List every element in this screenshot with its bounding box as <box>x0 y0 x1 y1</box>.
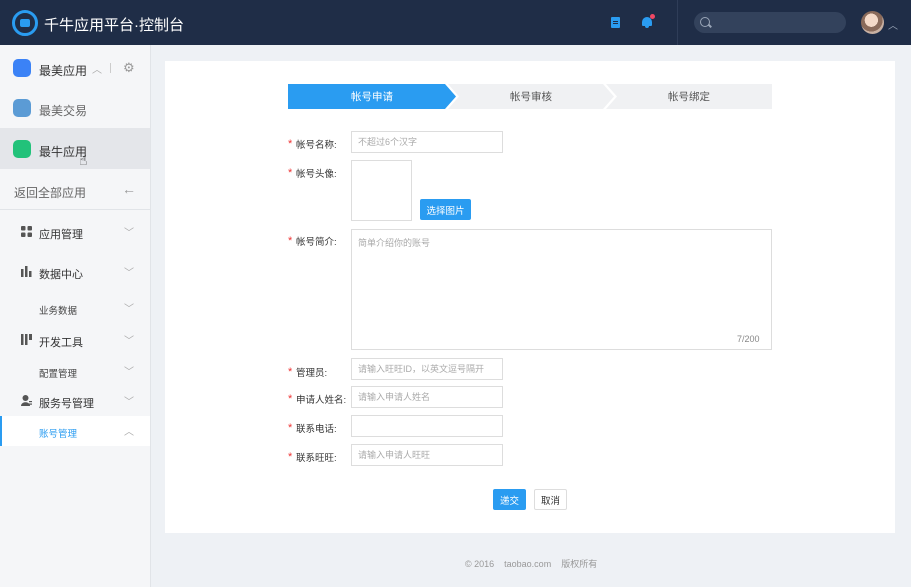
logo-icon[interactable] <box>12 10 38 36</box>
search-icon <box>700 17 710 27</box>
avatar[interactable] <box>861 11 884 34</box>
wangwang-input[interactable] <box>351 444 503 466</box>
user-icon <box>21 395 32 406</box>
account-intro-textarea[interactable] <box>351 229 772 350</box>
footer: © 2016 taobao.com 版权所有 <box>465 557 607 570</box>
bell-icon[interactable] <box>642 14 655 28</box>
required-mark: * <box>288 451 293 463</box>
sidebar-item-service-account[interactable]: 服务号管理 ﹀ <box>0 386 150 416</box>
admin-label: 管理员: <box>296 368 328 379</box>
cancel-button[interactable]: 取消 <box>534 489 567 510</box>
tools-icon <box>21 334 32 345</box>
sidebar-item-label: 数据中心 <box>39 269 83 281</box>
document-icon[interactable] <box>611 17 620 28</box>
required-mark: * <box>288 235 293 247</box>
choose-image-button[interactable]: 选择图片 <box>420 199 471 220</box>
sidebar-item-business-data[interactable]: 业务数据 ﹀ <box>0 293 150 323</box>
step-bind: 帐号绑定 <box>606 84 772 109</box>
hand-cursor-icon: ☝ <box>79 152 88 168</box>
gear-icon[interactable]: ⚙ <box>123 61 135 74</box>
back-to-all-apps[interactable]: 返回全部应用 ← <box>0 169 150 210</box>
required-mark: * <box>288 366 293 378</box>
char-counter: 7/200 <box>737 334 760 344</box>
step-apply: 帐号申请 <box>288 84 456 109</box>
sidebar-item-label: 开发工具 <box>39 337 83 349</box>
back-label: 返回全部应用 <box>14 186 87 200</box>
arrow-left-icon: ← <box>122 181 136 197</box>
chevron-up-icon[interactable]: ︿ <box>888 17 898 32</box>
sidebar-item-label: 服务号管理 <box>39 398 94 410</box>
name-label: 帐号名称: <box>296 140 337 151</box>
chevron-up-icon[interactable]: ︿ <box>92 61 102 76</box>
account-name-input[interactable] <box>351 131 503 153</box>
copyright: © 2016 <box>465 559 495 569</box>
footer-link[interactable]: taobao.com <box>504 559 551 569</box>
chevron-up-icon: ︿ <box>124 427 134 438</box>
required-mark: * <box>288 422 293 434</box>
chevron-down-icon: ﹀ <box>124 367 134 378</box>
chevron-down-icon: ﹀ <box>124 397 134 408</box>
sidebar-app-zuimei[interactable]: 最美应用 ︿ ⚙ <box>0 47 150 88</box>
wangwang-label: 联系旺旺: <box>296 453 337 464</box>
phone-input[interactable] <box>351 415 503 437</box>
step-indicator: 帐号申请 帐号审核 帐号绑定 <box>288 84 772 109</box>
sidebar-item-label: 应用管理 <box>39 229 83 241</box>
rights: 版权所有 <box>561 559 598 569</box>
sidebar-item-dev-tools[interactable]: 开发工具 ﹀ <box>0 325 150 355</box>
intro-label: 帐号简介: <box>296 237 337 248</box>
sidebar-item-account-management[interactable]: 账号管理 ︿ <box>0 416 150 446</box>
chevron-down-icon: ﹀ <box>124 304 134 315</box>
phone-label: 联系电话: <box>296 424 337 435</box>
sidebar-item-data-center[interactable]: 数据中心 ﹀ <box>0 257 150 287</box>
chevron-down-icon: ﹀ <box>124 228 134 239</box>
sidebar: 最美应用 ︿ ⚙ 最美交易 最牛应用 返回全部应用 ← 应用管理 ﹀ 数据中心 … <box>0 45 151 587</box>
sidebar-app-label: 最美交易 <box>39 104 88 118</box>
app-icon <box>13 140 31 158</box>
applicant-name-input[interactable] <box>351 386 503 408</box>
divider <box>110 63 111 73</box>
applicant-label: 申请人姓名: <box>296 395 347 406</box>
sidebar-app-zuiniu[interactable]: 最牛应用 <box>0 128 150 169</box>
bar-chart-icon <box>21 266 32 277</box>
sidebar-item-label: 账号管理 <box>39 429 78 440</box>
avatar-preview[interactable] <box>351 160 412 221</box>
sidebar-item-config[interactable]: 配置管理 ﹀ <box>0 356 150 386</box>
required-mark: * <box>288 393 293 405</box>
app-icon <box>13 59 31 77</box>
app-icon <box>13 99 31 117</box>
top-bar: 千牛应用平台·控制台 ︿ <box>0 0 911 45</box>
submit-button[interactable]: 递交 <box>493 489 526 510</box>
sidebar-app-label: 最美应用 <box>39 64 88 78</box>
chevron-down-icon: ﹀ <box>124 336 134 347</box>
admin-input[interactable] <box>351 358 503 380</box>
required-mark: * <box>288 167 293 179</box>
step-review: 帐号审核 <box>448 84 614 109</box>
chevron-down-icon: ﹀ <box>124 268 134 279</box>
sidebar-item-app-management[interactable]: 应用管理 ﹀ <box>0 217 150 247</box>
notification-dot <box>650 14 655 19</box>
sidebar-item-label: 配置管理 <box>39 369 78 380</box>
grid-icon <box>21 226 32 237</box>
sidebar-app-zuimei-trade[interactable]: 最美交易 <box>0 87 150 128</box>
sidebar-item-label: 业务数据 <box>39 306 78 317</box>
app-title: 千牛应用平台·控制台 <box>44 17 184 34</box>
divider <box>677 0 678 45</box>
avatar-label: 帐号头像: <box>296 169 337 180</box>
required-mark: * <box>288 138 293 150</box>
search-input[interactable] <box>694 12 846 33</box>
